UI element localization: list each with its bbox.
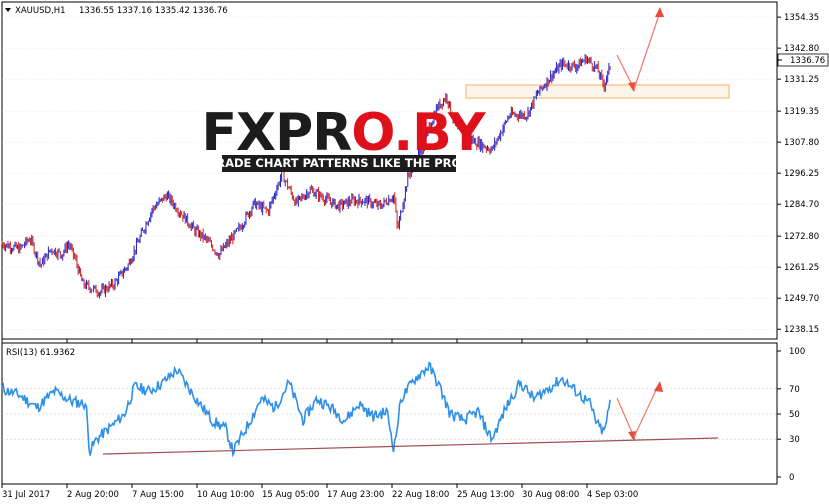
price-tick-label: 1249.70 — [784, 294, 819, 304]
price-tick-label: 1261.25 — [784, 263, 819, 273]
rsi-tick-label: 70 — [789, 385, 800, 395]
time-tick-label: 25 Aug 13:00 — [457, 490, 514, 500]
rsi-tick-label: 0 — [789, 473, 794, 483]
price-tick-label: 1284.70 — [784, 200, 819, 210]
time-tick-label: 4 Sep 03:00 — [587, 490, 638, 500]
rsi-tick-label: 50 — [789, 410, 800, 420]
rsi-title: RSI(13) 61.9362 — [6, 348, 75, 358]
time-tick-label: 15 Aug 05:00 — [262, 490, 319, 500]
price-tick-label: 1342.80 — [784, 44, 819, 54]
rsi-tick-label: 30 — [789, 435, 800, 445]
time-tick-label: 7 Aug 15:00 — [132, 490, 184, 500]
time-tick-label: 31 Jul 2017 — [2, 490, 50, 500]
price-tick-label: 1354.35 — [784, 13, 819, 23]
watermark-name: FXPRO.BY — [201, 103, 486, 163]
price-tick-label: 1331.25 — [784, 75, 819, 85]
rsi-tick-label: 100 — [789, 347, 805, 357]
price-tick-label: 1238.15 — [784, 325, 819, 335]
watermark-tagline: TRADE CHART PATTERNS LIKE THE PROS — [208, 156, 469, 170]
ohlc-values: 1336.55 1337.16 1335.42 1336.76 — [79, 6, 228, 16]
rsi-axis: 100 70 50 30 0 — [777, 347, 805, 483]
trading-chart[interactable]: 1354.35 1342.80 1331.25 1319.35 1307.80 1296.… — [0, 0, 829, 504]
time-tick-label: 17 Aug 23:00 — [327, 490, 384, 500]
time-tick-label: 2 Aug 20:00 — [67, 490, 119, 500]
rsi-pane[interactable] — [1, 342, 778, 485]
current-price-tag: 1336.76 — [777, 53, 829, 67]
time-tick-label: 10 Aug 10:00 — [197, 490, 254, 500]
time-tick-label: 30 Aug 08:00 — [522, 490, 579, 500]
support-zone — [465, 84, 730, 99]
price-tick-label: 1307.80 — [784, 138, 819, 148]
watermark-logo: FXPRO.BY TRADE CHART PATTERNS LIKE THE P… — [201, 103, 488, 172]
price-tick-label: 1319.35 — [784, 107, 819, 117]
symbol-label: XAUUSD,H1 — [15, 6, 66, 16]
price-tick-label: 1272.80 — [784, 232, 819, 242]
svg-text:1336.76: 1336.76 — [790, 56, 825, 66]
time-tick-label: 22 Aug 18:00 — [392, 490, 449, 500]
price-tick-label: 1296.25 — [784, 169, 819, 179]
chart-header: XAUUSD,H1 1336.55 1337.16 1335.42 1336.7… — [5, 6, 228, 16]
